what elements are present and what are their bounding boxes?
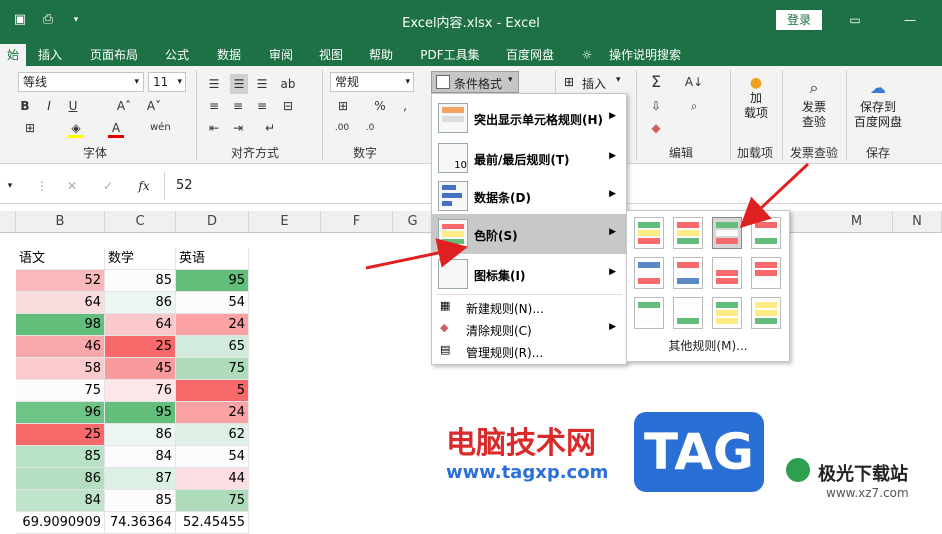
site-name: 极光下载站 xyxy=(818,464,908,485)
watermark-title: 电脑技术网 xyxy=(446,426,596,461)
average-cell[interactable]: 69.9090909 xyxy=(16,512,105,534)
arrow-to-scale-option xyxy=(739,162,810,229)
watermark-url: www.tagxp.com xyxy=(446,462,609,483)
site-logo-icon xyxy=(786,458,810,482)
watermark-tag-logo: TAG xyxy=(634,412,764,492)
average-cell[interactable]: 52.45455 xyxy=(176,512,249,534)
arrow-to-color-scales xyxy=(365,238,468,270)
site-url: www.xz7.com xyxy=(826,486,909,500)
average-cell[interactable]: 74.36364 xyxy=(105,512,176,534)
